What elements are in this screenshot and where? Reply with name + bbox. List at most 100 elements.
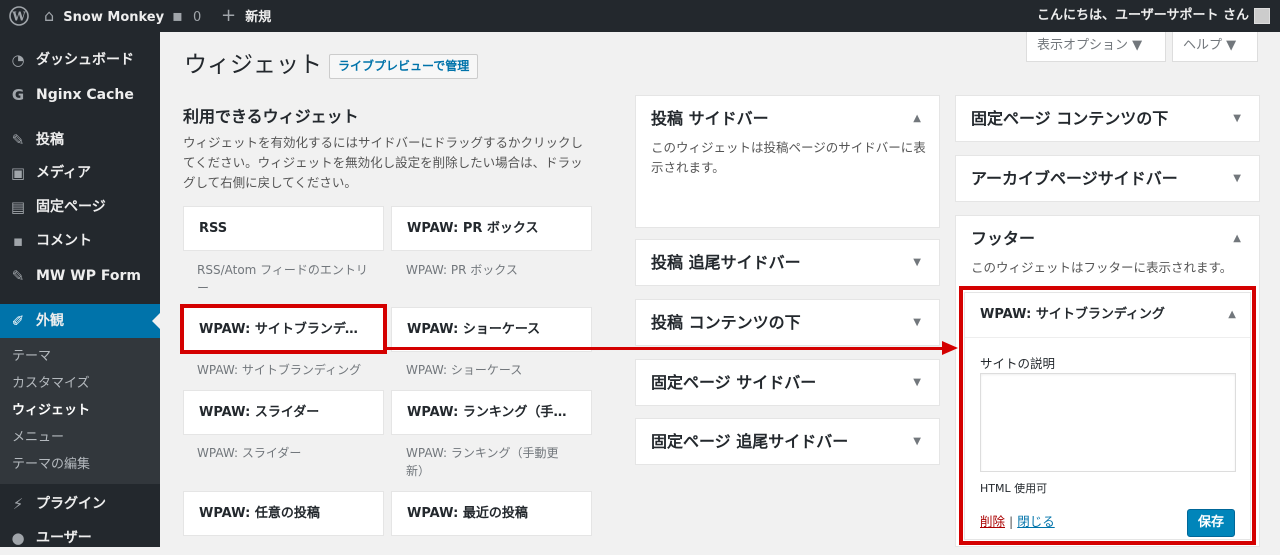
- menu-label: ユーザー: [36, 530, 92, 546]
- sidebar-area-archive[interactable]: アーカイブページサイドバー ▼: [955, 155, 1260, 202]
- plus-icon: +: [221, 5, 237, 26]
- widget-ranking-description: WPAW: ランキング（手動更新）: [406, 446, 559, 478]
- menu-item-dashboard[interactable]: ◔ ダッシュボード: [0, 43, 160, 77]
- menu-item-pages[interactable]: ▤ 固定ページ: [0, 190, 160, 224]
- site-name-link[interactable]: ⌂ Snow Monkey: [44, 0, 164, 32]
- media-icon: ▣: [10, 164, 26, 182]
- expand-arrow-icon[interactable]: ▼: [1233, 156, 1241, 202]
- help-button[interactable]: ヘルプ ▼: [1172, 32, 1258, 62]
- menu-label: 固定ページ: [36, 199, 106, 215]
- menu-label: MW WP Form: [36, 268, 141, 284]
- admin-menu: ◔ ダッシュボード G Nginx Cache ✎ 投稿 ▣ メディア ▤ 固定…: [0, 32, 160, 547]
- sidebar-area-post-sticky[interactable]: 投稿 追尾サイドバー ▼: [635, 239, 940, 286]
- sidebar-area-title: 固定ページ コンテンツの下: [971, 109, 1169, 128]
- menu-item-posts[interactable]: ✎ 投稿: [0, 123, 160, 157]
- sidebar-area-description: このウィジェットは投稿ページのサイドバーに表示されます。: [651, 140, 926, 175]
- expand-arrow-icon[interactable]: ▼: [913, 360, 921, 406]
- submenu-item-themes[interactable]: テーマ: [12, 344, 51, 370]
- available-widgets-heading: 利用できるウィジェット: [183, 107, 359, 126]
- sidebar-area-title: 固定ページ サイドバー: [651, 373, 817, 392]
- expand-arrow-icon[interactable]: ▼: [913, 300, 921, 346]
- sidebar-area-title: アーカイブページサイドバー: [971, 169, 1178, 188]
- sidebar-area-title: 投稿 追尾サイドバー: [651, 253, 801, 272]
- widget-ranking[interactable]: WPAW: ランキング（手動更新）: [391, 390, 592, 435]
- menu-label: 投稿: [36, 132, 64, 148]
- sidebar-area-page-sticky[interactable]: 固定ページ 追尾サイドバー ▼: [635, 418, 940, 465]
- expand-arrow-icon[interactable]: ▼: [913, 240, 921, 286]
- menu-item-media[interactable]: ▣ メディア: [0, 156, 160, 190]
- site-name: Snow Monkey: [63, 10, 165, 25]
- pin-icon: ✎: [11, 267, 25, 285]
- available-widgets-description: ウィジェットを有効化するにはサイドバーにドラッグするかクリックしてください。ウィ…: [183, 135, 584, 190]
- screen-options-button[interactable]: 表示オプション ▼: [1026, 32, 1166, 62]
- nginx-cache-icon: G: [11, 86, 25, 104]
- widget-showcase[interactable]: WPAW: ショーケース: [391, 307, 592, 352]
- new-label: 新規: [245, 10, 272, 25]
- plugin-icon: ⚡: [12, 495, 24, 513]
- submenu-item-menus[interactable]: メニュー: [12, 425, 64, 451]
- comments-count: 0: [192, 10, 202, 25]
- dashboard-icon: ◔: [11, 51, 25, 69]
- menu-item-users[interactable]: ● ユーザー: [0, 521, 160, 555]
- annotation-arrow-head-icon: [942, 341, 958, 355]
- menu-item-nginx-cache[interactable]: G Nginx Cache: [0, 78, 160, 112]
- highlight-box: [180, 304, 387, 354]
- sidebar-area-description: このウィジェットはフッターに表示されます。: [971, 260, 1233, 275]
- sidebar-area-post-below-content[interactable]: 投稿 コンテンツの下 ▼: [635, 299, 940, 346]
- widget-slider-description: WPAW: スライダー: [197, 446, 302, 460]
- annotation-arrow-line: [384, 347, 944, 350]
- page-title: ウィジェット: [184, 52, 322, 78]
- menu-label: 外観: [36, 313, 64, 329]
- sidebar-area-title: 投稿 コンテンツの下: [651, 313, 801, 332]
- avatar[interactable]: [1254, 8, 1270, 24]
- sidebar-area-post[interactable]: 投稿 サイドバー ▲ このウィジェットは投稿ページのサイドバーに表示されます。: [635, 95, 940, 228]
- menu-item-appearance[interactable]: ✐ 外観: [0, 304, 160, 338]
- live-preview-button[interactable]: ライブプレビューで管理: [329, 54, 479, 79]
- user-icon: ●: [11, 529, 25, 547]
- wordpress-logo-icon[interactable]: W: [9, 0, 29, 32]
- svg-text:W: W: [11, 9, 26, 23]
- widget-pr-box[interactable]: WPAW: PR ボックス: [391, 206, 592, 251]
- menu-item-mw-wp-form[interactable]: ✎ MW WP Form: [0, 259, 160, 293]
- brush-icon: ✐: [11, 312, 25, 330]
- highlight-box: [959, 286, 1256, 545]
- widget-showcase-description: WPAW: ショーケース: [406, 363, 523, 377]
- widget-recent-posts[interactable]: WPAW: 最近の投稿: [391, 491, 592, 536]
- admin-bar: W ⌂ Snow Monkey ▪ 0 + 新規 こんにちは、ユーザーサポート …: [0, 0, 1280, 32]
- collapse-arrow-icon[interactable]: ▲: [1233, 216, 1241, 262]
- collapse-arrow-icon[interactable]: ▲: [913, 96, 921, 142]
- new-content-link[interactable]: + 新規: [221, 0, 271, 32]
- expand-arrow-icon[interactable]: ▼: [1233, 96, 1241, 142]
- widget-site-branding-description: WPAW: サイトブランディング: [197, 363, 362, 377]
- appearance-submenu: テーマ カスタマイズ ウィジェット メニュー テーマの編集: [0, 338, 160, 484]
- home-icon: ⌂: [44, 6, 55, 25]
- comments-link[interactable]: ▪ 0: [172, 0, 201, 32]
- pin-icon: ✎: [11, 131, 25, 149]
- sidebar-area-title: 固定ページ 追尾サイドバー: [651, 432, 849, 451]
- current-menu-arrow: [152, 313, 160, 329]
- menu-label: ダッシュボード: [36, 52, 134, 68]
- widget-rss[interactable]: RSS: [183, 206, 384, 251]
- widget-slider[interactable]: WPAW: スライダー: [183, 390, 384, 435]
- submenu-item-customize[interactable]: カスタマイズ: [12, 371, 90, 397]
- comment-icon: ▪: [12, 232, 24, 250]
- widget-pr-box-description: WPAW: PR ボックス: [406, 263, 518, 277]
- comment-bubble-icon: ▪: [172, 6, 183, 25]
- expand-arrow-icon[interactable]: ▼: [913, 419, 921, 465]
- widget-any-post[interactable]: WPAW: 任意の投稿: [183, 491, 384, 536]
- sidebar-area-title: 投稿 サイドバー: [651, 109, 769, 128]
- menu-label: コメント: [36, 233, 92, 249]
- submenu-item-widgets[interactable]: ウィジェット: [12, 398, 90, 424]
- menu-label: プラグイン: [36, 496, 106, 512]
- sidebar-area-title: フッター: [971, 229, 1036, 248]
- greeting[interactable]: こんにちは、ユーザーサポート さん: [1037, 0, 1249, 32]
- menu-item-plugins[interactable]: ⚡ プラグイン: [0, 487, 160, 521]
- sidebar-area-page[interactable]: 固定ページ サイドバー ▼: [635, 359, 940, 406]
- widget-rss-description: RSS/Atom フィードのエントリー: [197, 263, 368, 295]
- menu-item-comments[interactable]: ▪ コメント: [0, 224, 160, 258]
- submenu-item-theme-editor[interactable]: テーマの編集: [12, 452, 90, 478]
- sidebar-area-page-below-content[interactable]: 固定ページ コンテンツの下 ▼: [955, 95, 1260, 142]
- menu-label: メディア: [36, 165, 92, 181]
- menu-label: Nginx Cache: [36, 87, 134, 103]
- page-icon: ▤: [10, 198, 26, 216]
